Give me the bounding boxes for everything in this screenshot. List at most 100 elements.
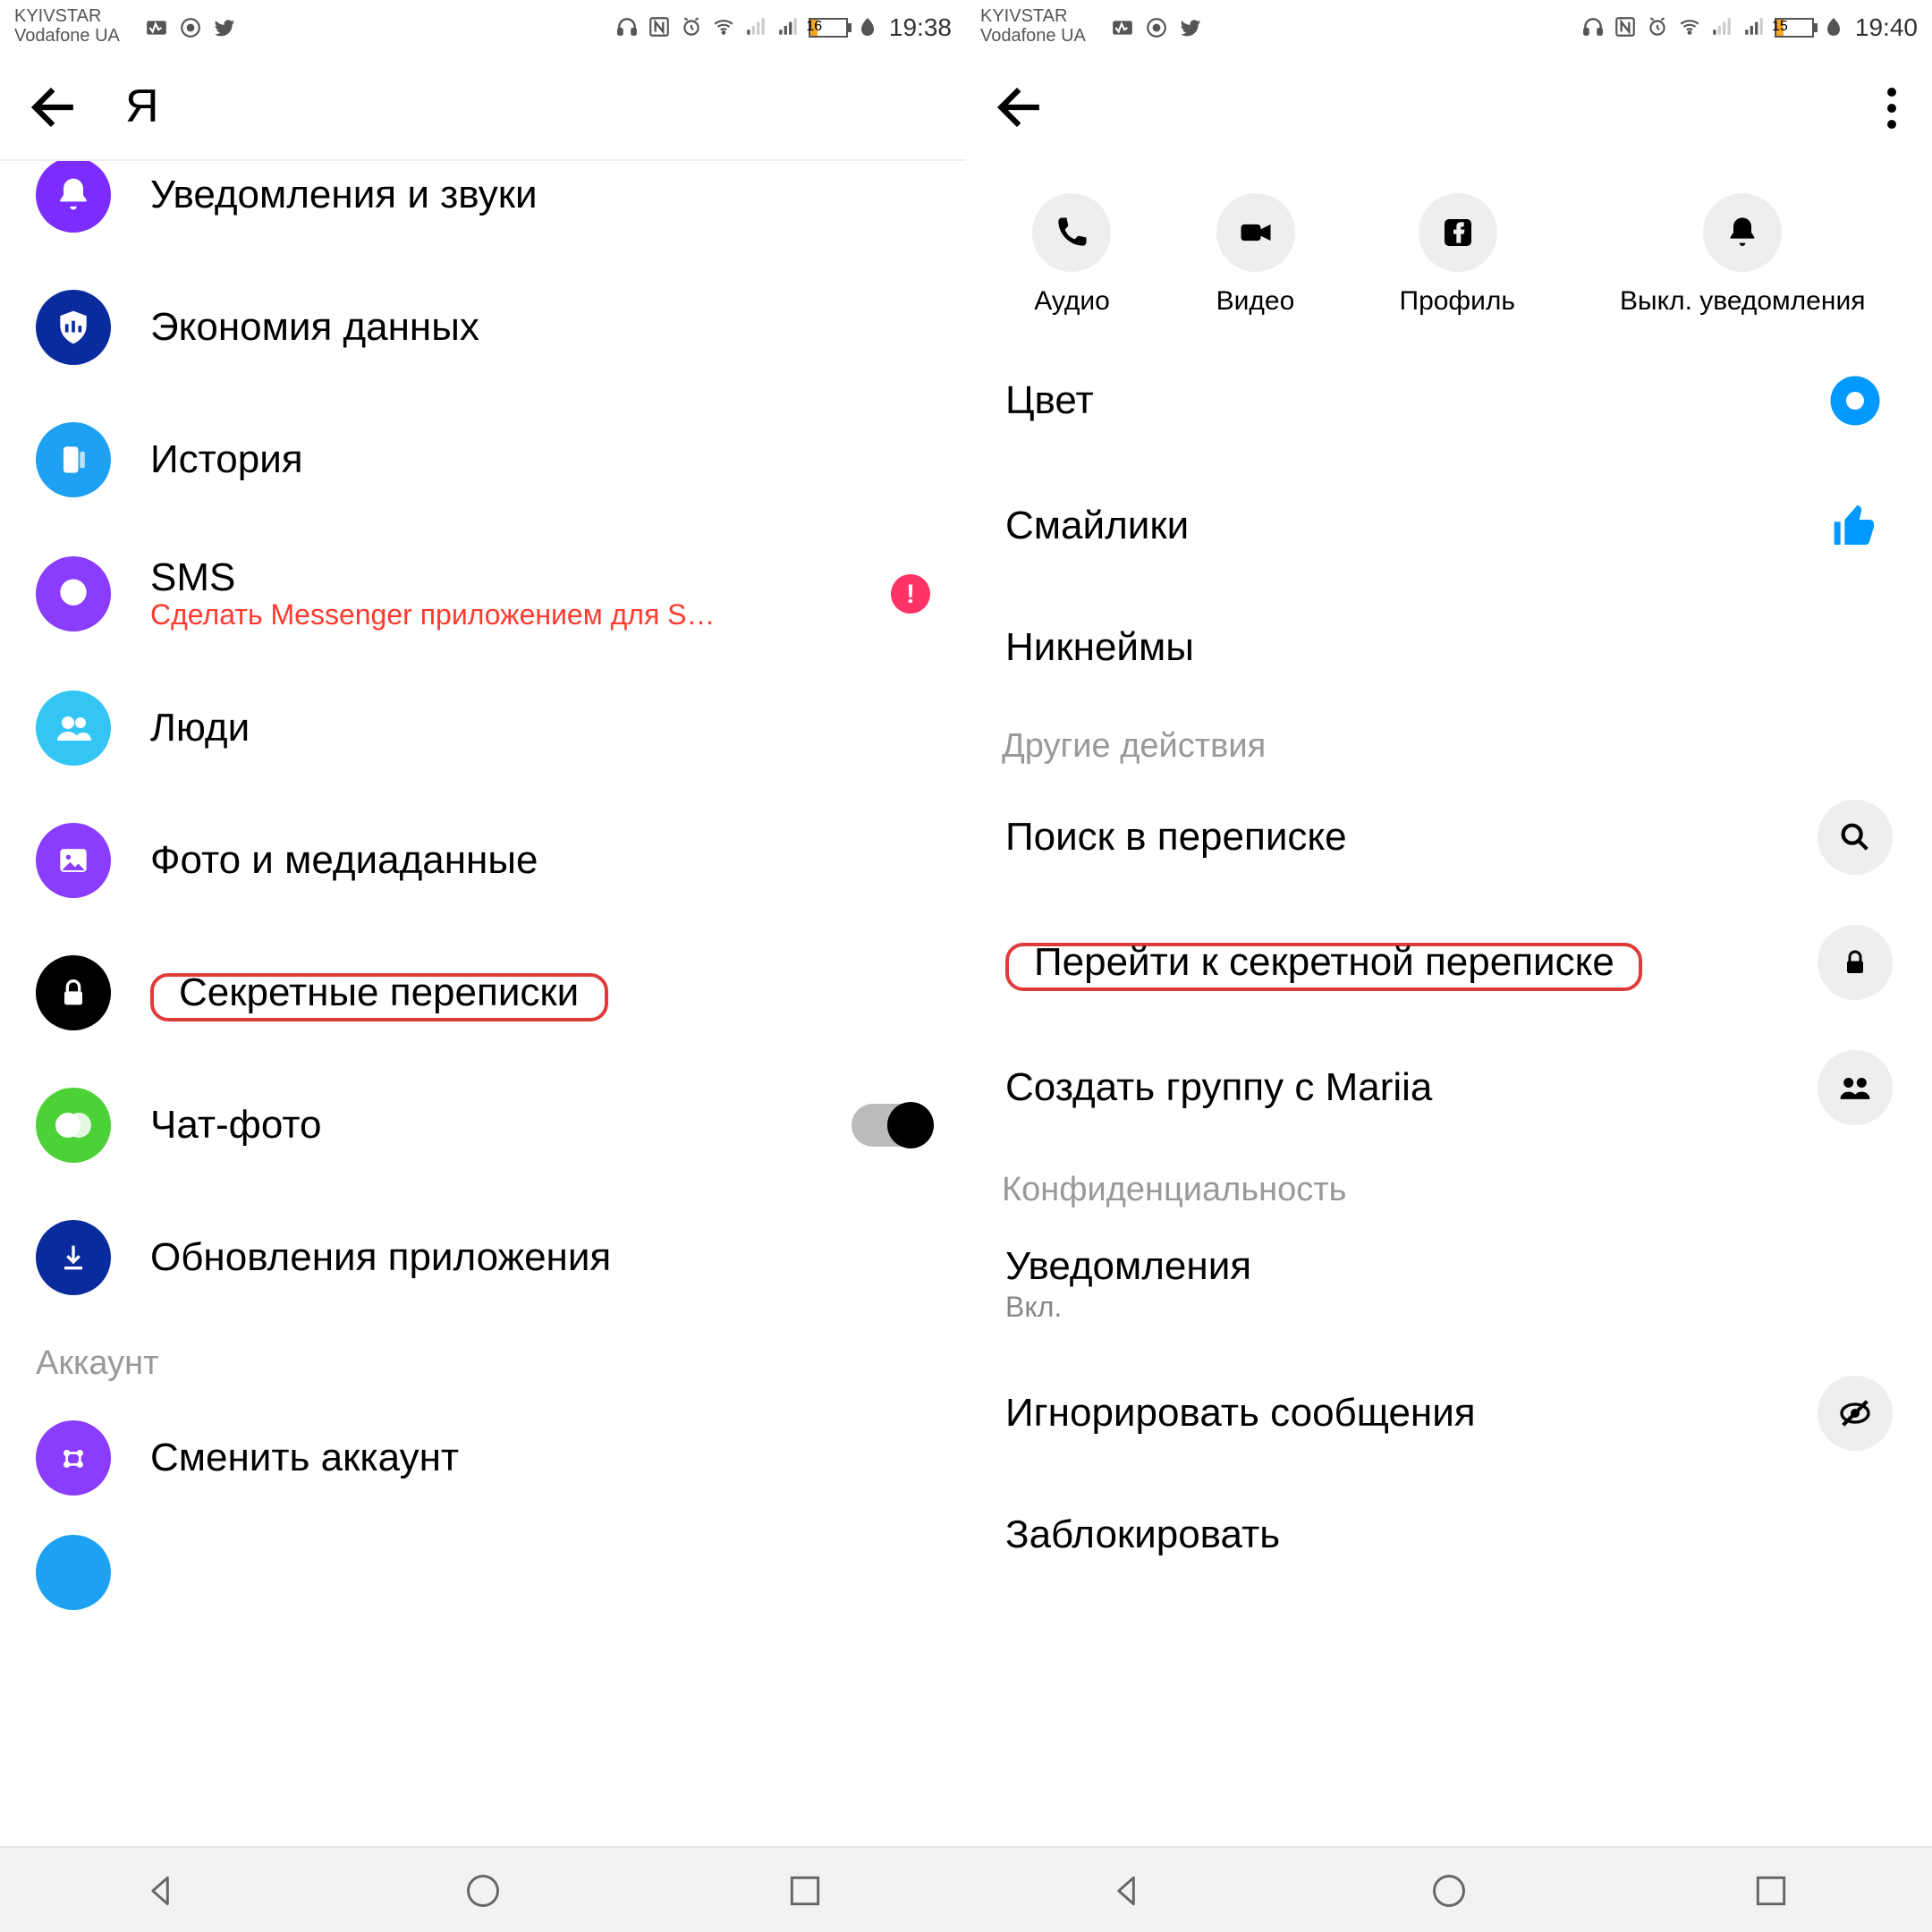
row-history[interactable]: История — [0, 394, 966, 526]
header: Я — [0, 54, 966, 161]
row-label: Цвет — [1005, 377, 1818, 424]
chat-settings-screen: KYIVSTAR Vodafone UA 15 19:40 — [966, 0, 1932, 1932]
search-icon — [1818, 800, 1893, 875]
battery-icon: 15 — [1775, 17, 1814, 37]
like-icon — [1818, 488, 1893, 564]
row-label: Заблокировать — [1005, 1512, 1893, 1558]
action-video[interactable]: Видео — [1216, 193, 1295, 317]
action-row: Аудио Видео Профиль Выкл. уведомления — [966, 161, 1932, 338]
page-title: Я — [125, 79, 159, 134]
row-label: Люди — [150, 705, 930, 751]
row-label: Секретные переписки — [179, 970, 579, 1014]
headphone-icon — [1581, 15, 1605, 38]
row-label: Создать группу с Mariia — [1005, 1064, 1818, 1111]
nav-back-icon[interactable] — [141, 1870, 181, 1910]
settings-list: Уведомления и звуки Экономия данных Исто… — [0, 161, 966, 1846]
nav-bar — [0, 1846, 966, 1932]
row-nicknames[interactable]: Никнеймы — [966, 589, 1932, 707]
chrome-icon — [1145, 15, 1168, 38]
video-icon — [1216, 193, 1295, 272]
row-photos[interactable]: Фото и медиаданные — [0, 794, 966, 927]
nav-home-icon[interactable] — [463, 1870, 503, 1910]
action-label: Видео — [1216, 286, 1295, 317]
carrier-1: KYIVSTAR — [980, 7, 1086, 27]
more-icon[interactable] — [1887, 87, 1907, 128]
bell-icon — [36, 161, 111, 233]
row-secret[interactable]: Секретные переписки — [0, 927, 966, 1059]
row-label: Смайлики — [1005, 503, 1818, 549]
row-label: Уведомления — [1005, 1243, 1251, 1290]
carrier-1: KYIVSTAR — [14, 7, 120, 27]
nav-back-icon[interactable] — [1107, 1870, 1147, 1910]
row-chat-photo[interactable]: Чат-фото — [0, 1059, 966, 1191]
carrier-2: Vodafone UA — [980, 27, 1086, 47]
group-icon — [1818, 1050, 1893, 1125]
row-label: Обновления приложения — [150, 1234, 930, 1281]
row-updates[interactable]: Обновления приложения — [0, 1191, 966, 1324]
wifi-icon — [712, 15, 735, 38]
row-block[interactable]: Заблокировать — [966, 1476, 1932, 1594]
headphone-icon — [615, 15, 639, 38]
nfc-icon — [1614, 15, 1637, 38]
eco-icon — [857, 15, 880, 38]
signal-2-icon — [776, 15, 800, 38]
wifi-icon — [1678, 15, 1701, 38]
alarm-icon — [1646, 15, 1669, 38]
action-label: Выкл. уведомления — [1620, 286, 1865, 317]
row-secret[interactable]: Перейти к секретной переписке — [966, 900, 1932, 1025]
battery-level: 15 — [1776, 19, 1784, 35]
row-label: Уведомления и звуки — [150, 172, 930, 218]
status-bar: KYIVSTAR Vodafone UA 16 19:38 — [0, 0, 966, 54]
battery-level: 16 — [810, 19, 818, 35]
row-partial[interactable] — [0, 1524, 966, 1610]
row-switch-account[interactable]: Сменить аккаунт — [0, 1392, 966, 1524]
story-icon — [36, 422, 111, 497]
row-ignore[interactable]: Игнорировать сообщения — [966, 1351, 1932, 1476]
row-emoji[interactable]: Смайлики — [966, 463, 1932, 589]
row-label: Экономия данных — [150, 304, 930, 351]
nav-recent-icon[interactable] — [785, 1870, 825, 1910]
twitter-icon — [1179, 15, 1202, 38]
action-mute[interactable]: Выкл. уведомления — [1620, 193, 1865, 317]
eco-icon — [1823, 15, 1846, 38]
row-label: Чат-фото — [150, 1102, 852, 1148]
nav-recent-icon[interactable] — [1751, 1870, 1791, 1910]
row-sms[interactable]: SMS Сделать Messenger приложением для S…… — [0, 526, 966, 662]
status-bar: KYIVSTAR Vodafone UA 15 19:40 — [966, 0, 1932, 54]
activity-icon — [145, 15, 168, 38]
highlight-box: Секретные переписки — [150, 973, 607, 1021]
nfc-icon — [648, 15, 671, 38]
row-label: Игнорировать сообщения — [1005, 1390, 1818, 1436]
chat-photo-toggle[interactable] — [852, 1104, 930, 1147]
row-label: Сменить аккаунт — [150, 1435, 930, 1481]
shield-icon — [36, 290, 111, 365]
download-icon — [36, 1220, 111, 1295]
signal-2-icon — [1742, 15, 1766, 38]
chathead-icon — [36, 1088, 111, 1163]
back-icon[interactable] — [25, 76, 86, 137]
row-notifications[interactable]: Уведомления и звуки — [0, 161, 966, 261]
nav-bar — [966, 1846, 1932, 1932]
row-data-saver[interactable]: Экономия данных — [0, 261, 966, 394]
signal-1-icon — [1710, 15, 1733, 38]
nav-home-icon[interactable] — [1429, 1870, 1469, 1910]
clock: 19:38 — [889, 13, 952, 41]
row-search[interactable]: Поиск в переписке — [966, 775, 1932, 900]
alarm-icon — [680, 15, 703, 38]
back-icon[interactable] — [991, 77, 1052, 138]
switch-icon — [36, 1420, 111, 1496]
chat-settings-list: Цвет Смайлики Никнеймы Другие действия П… — [966, 338, 1932, 1846]
action-profile[interactable]: Профиль — [1400, 193, 1516, 317]
partial-icon — [36, 1535, 111, 1610]
row-group[interactable]: Создать группу с Mariia — [966, 1025, 1932, 1150]
row-label: Никнеймы — [1005, 624, 1893, 671]
row-color[interactable]: Цвет — [966, 338, 1932, 463]
row-label: Перейти к секретной переписке — [1034, 939, 1614, 984]
row-people[interactable]: Люди — [0, 662, 966, 794]
action-audio[interactable]: Аудио — [1033, 193, 1112, 317]
section-privacy: Конфиденциальность — [966, 1150, 1932, 1218]
people-icon — [36, 691, 111, 766]
row-notifications[interactable]: Уведомления Вкл. — [966, 1218, 1932, 1351]
row-label: Поиск в переписке — [1005, 814, 1818, 860]
alert-icon: ! — [891, 574, 930, 614]
